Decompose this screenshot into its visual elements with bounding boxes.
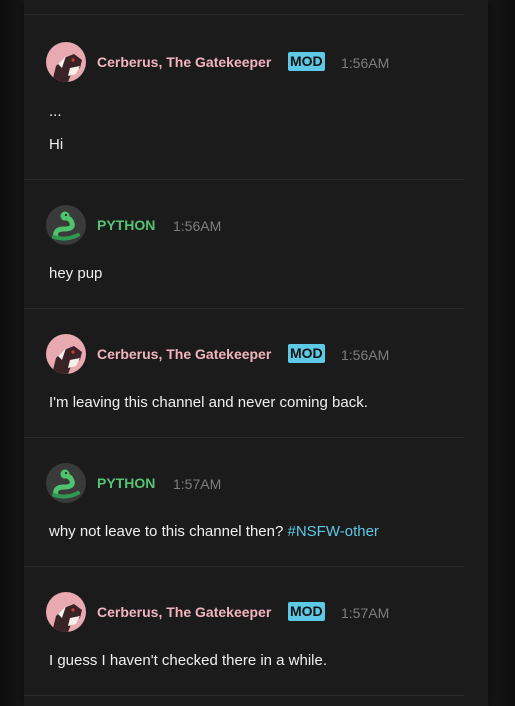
mod-badge: MOD [288,344,325,363]
message-timestamp: 1:57AM [341,605,390,621]
message-author[interactable]: Cerberus, The Gatekeeper [97,346,271,362]
message-divider [24,695,464,696]
mod-badge: MOD [288,602,325,621]
message-text: I guess I haven't checked there in a whi… [49,652,328,669]
message-item: PYTHON 1:57AM why not leave to this chan… [24,438,488,566]
cerberus-avatar-icon[interactable] [46,42,86,82]
cerberus-avatar-icon[interactable] [46,592,86,632]
message-text: I'm leaving this channel and never comin… [49,394,368,411]
python-snake-avatar-icon[interactable] [46,463,86,503]
message-text: why not leave to this channel then? #NSF… [49,523,379,541]
message-timestamp: 1:56AM [341,55,390,71]
message-timestamp: 1:56AM [173,218,222,234]
channel-link[interactable]: #NSFW-other [288,523,379,540]
message-text: hey pup [49,265,103,282]
message-author[interactable]: PYTHON [97,217,155,233]
message-item: PYTHON 1:56AM hey pup [24,180,488,308]
python-snake-avatar-icon[interactable] [46,205,86,245]
message-item: Cerberus, The Gatekeeper MOD 1:57AM I gu… [24,567,488,695]
cerberus-avatar-icon[interactable] [46,334,86,374]
mod-badge: MOD [288,52,325,71]
message-timestamp: 1:56AM [341,347,390,363]
message-author[interactable]: Cerberus, The Gatekeeper [97,604,271,620]
message-item: Cerberus, The Gatekeeper MOD 1:56AM ... … [24,15,488,179]
message-text: ... [49,103,62,120]
message-text-segment: why not leave to this channel then? [49,523,288,540]
message-author[interactable]: Cerberus, The Gatekeeper [97,54,271,70]
message-text: Hi [49,136,64,153]
chat-window: Cerberus, The Gatekeeper MOD 1:56AM ... … [0,0,515,706]
message-timestamp: 1:57AM [173,476,222,492]
message-author[interactable]: PYTHON [97,475,155,491]
message-list[interactable]: Cerberus, The Gatekeeper MOD 1:56AM ... … [24,0,488,706]
message-item: Cerberus, The Gatekeeper MOD 1:56AM I'm … [24,309,488,437]
